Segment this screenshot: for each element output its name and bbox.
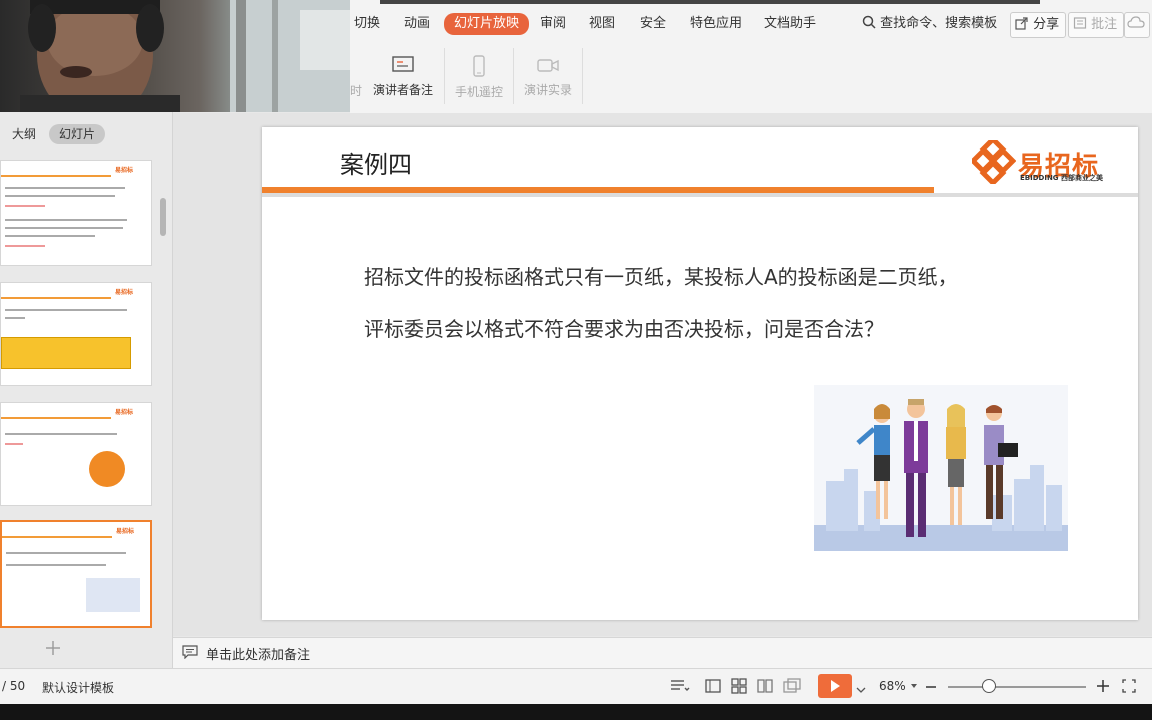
presentation-record-label: 演讲实录 bbox=[523, 83, 572, 97]
presentation-record-button[interactable]: 演讲实录 bbox=[513, 55, 583, 98]
plus-icon bbox=[46, 641, 60, 655]
tab-transition[interactable]: 切换 bbox=[354, 14, 380, 34]
plus-icon bbox=[1097, 680, 1109, 692]
slide-thumbnail[interactable]: 易招标 bbox=[0, 402, 152, 506]
comment-button[interactable]: 批注 bbox=[1068, 12, 1125, 38]
tab-slides[interactable]: 幻灯片 bbox=[49, 124, 106, 144]
cloud-icon bbox=[1127, 16, 1145, 28]
zoom-out-button[interactable] bbox=[925, 679, 937, 698]
share-button[interactable]: 分享 bbox=[1010, 12, 1067, 38]
speaker-notes-button[interactable]: 演讲者备注 bbox=[368, 55, 438, 98]
thumbnail-accent-bar bbox=[2, 536, 112, 538]
slide-sorter-icon[interactable] bbox=[731, 678, 747, 698]
tab-animation[interactable]: 动画 bbox=[404, 14, 430, 34]
minus-icon bbox=[926, 686, 936, 688]
zoom-value: 68% bbox=[879, 679, 906, 693]
tab-special-apps[interactable]: 特色应用 bbox=[690, 14, 742, 34]
slide-panel-scrollbar[interactable] bbox=[160, 198, 166, 236]
reading-view-icon[interactable] bbox=[757, 678, 773, 698]
zoom-level[interactable]: 68% bbox=[879, 679, 918, 693]
play-options-dropdown[interactable] bbox=[856, 680, 866, 699]
webcam-overlay bbox=[0, 0, 350, 112]
play-slideshow-button[interactable] bbox=[818, 674, 852, 698]
thumbnail-accent-bar bbox=[1, 175, 111, 177]
comment-icon bbox=[1073, 17, 1087, 29]
ebidding-logo-mark bbox=[969, 135, 1017, 188]
webcam-presenter-image bbox=[20, 0, 350, 112]
thumbnail-highlight-box bbox=[1, 337, 131, 369]
tab-security[interactable]: 安全 bbox=[640, 14, 666, 34]
speaker-notes-label: 演讲者备注 bbox=[372, 83, 433, 97]
speaker-notes-icon bbox=[392, 56, 414, 72]
tab-review[interactable]: 审阅 bbox=[540, 14, 566, 34]
tab-slideshow[interactable]: 幻灯片放映 bbox=[444, 13, 530, 35]
thumbnail-emoji-circle bbox=[89, 451, 125, 487]
window-top-edge bbox=[380, 0, 1040, 4]
thumbnail-accent-bar bbox=[1, 297, 111, 299]
phone-remote-button[interactable]: 手机遥控 bbox=[444, 55, 514, 100]
phone-icon bbox=[473, 55, 485, 77]
phone-remote-label: 手机遥控 bbox=[454, 85, 503, 99]
share-icon bbox=[1015, 17, 1028, 30]
add-slide-button[interactable] bbox=[44, 638, 62, 662]
slide-thumbnail-current[interactable]: 易招标 bbox=[0, 520, 152, 628]
tab-outline[interactable]: 大纲 bbox=[12, 124, 36, 144]
video-camera-icon bbox=[537, 59, 559, 72]
share-label: 分享 bbox=[1033, 17, 1060, 32]
fit-window-button[interactable] bbox=[1122, 678, 1136, 697]
slide-body-line[interactable]: 评标委员会以格式不符合要求为由否决投标，问是否合法？ bbox=[364, 313, 884, 342]
presenter-view-icon[interactable] bbox=[783, 678, 801, 698]
tab-view[interactable]: 视图 bbox=[589, 14, 615, 34]
thumbnail-logo: 易招标 bbox=[115, 167, 134, 174]
notes-icon bbox=[182, 644, 198, 663]
design-template-label[interactable]: 默认设计模板 bbox=[42, 679, 114, 696]
business-people-illustration[interactable] bbox=[814, 385, 1068, 551]
thumbnail-logo: 易招标 bbox=[116, 528, 135, 535]
thumbnail-people-image bbox=[86, 578, 140, 612]
chevron-down-icon bbox=[856, 687, 866, 693]
zoom-slider[interactable] bbox=[948, 686, 1086, 688]
thumbnail-logo: 易招标 bbox=[115, 409, 134, 416]
normal-view-icon[interactable] bbox=[705, 678, 721, 698]
cloud-button[interactable] bbox=[1124, 12, 1150, 38]
ribbon-partial-label: 时 bbox=[350, 84, 363, 98]
slide-thumbnail[interactable]: 易招标 bbox=[0, 160, 152, 266]
notes-toggle-icon[interactable] bbox=[670, 678, 690, 698]
ebidding-logo-subtitle: EBIDDING 西部商业之美 bbox=[1020, 174, 1103, 182]
fit-window-icon bbox=[1122, 679, 1136, 693]
thumbnail-accent-bar bbox=[1, 417, 111, 419]
slide-body-line[interactable]: 招标文件的投标函格式只有一页纸，某投标人A的投标函是二页纸， bbox=[364, 261, 958, 290]
zoom-in-button[interactable] bbox=[1096, 678, 1110, 697]
tab-doc-assistant[interactable]: 文档助手 bbox=[764, 14, 816, 34]
ribbon-separator bbox=[582, 48, 583, 104]
comment-label: 批注 bbox=[1091, 17, 1118, 32]
title-underline-bar bbox=[262, 193, 1138, 197]
chevron-down-icon bbox=[910, 684, 917, 688]
taskbar-strip bbox=[0, 704, 1152, 720]
slide-thumbnail[interactable]: 易招标 bbox=[0, 282, 152, 386]
search-label: 查找命令、搜索模板 bbox=[880, 16, 998, 31]
slide-title[interactable]: 案例四 bbox=[340, 145, 412, 180]
page-indicator: / 50 bbox=[2, 679, 26, 693]
thumbnail-logo: 易招标 bbox=[115, 289, 134, 296]
search-icon bbox=[862, 15, 876, 29]
notes-placeholder[interactable]: 单击此处添加备注 bbox=[206, 644, 310, 663]
notes-pane[interactable] bbox=[173, 637, 1152, 668]
play-icon bbox=[831, 680, 840, 692]
command-search[interactable]: 查找命令、搜索模板 bbox=[862, 14, 997, 34]
